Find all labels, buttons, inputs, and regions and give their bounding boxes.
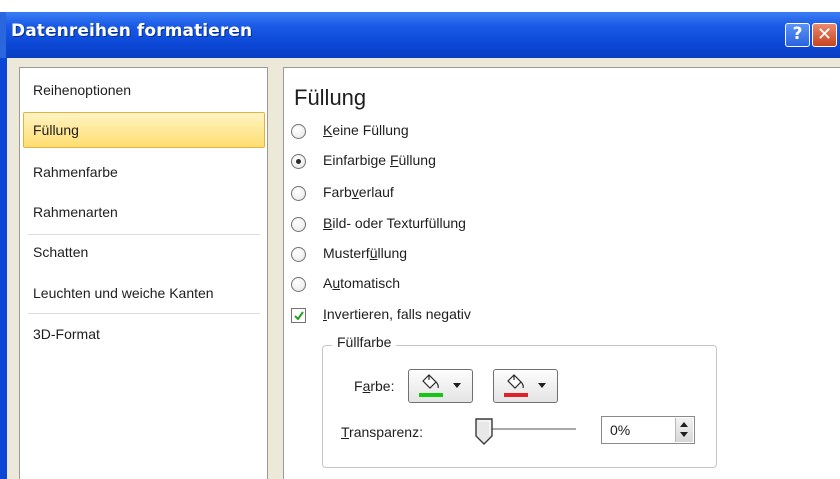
option-label: Keine Füllung [323,122,409,138]
sidebar-item-fuellung[interactable]: Füllung [23,112,265,148]
group-legend: Füllfarbe [332,334,397,350]
section-heading: Füllung [294,85,367,110]
fill-panel: Füllung Keine Füllung Einfarbige Füllung… [283,67,840,479]
color-swatch [504,393,528,397]
sidebar-item-3d-format[interactable]: 3D-Format [21,316,266,353]
help-button[interactable]: ? [785,23,810,47]
sidebar-item-label: Rahmenfarbe [33,164,118,180]
transparency-value[interactable]: 0% [610,422,630,438]
chevron-down-icon [453,383,461,388]
close-button[interactable]: ✕ [812,23,837,47]
sidebar-item-reihenoptionen[interactable]: Reihenoptionen [21,72,266,109]
radio-button[interactable] [291,247,306,262]
spin-up-icon[interactable] [680,422,688,427]
sidebar-divider [28,313,260,314]
radio-selected-dot [296,159,301,164]
sidebar-item-label: Reihenoptionen [33,82,132,98]
sidebar-item-label: Füllung [33,122,79,138]
checkmark-icon [294,311,304,321]
fill-color-group [322,345,717,468]
paint-bucket-icon [507,374,524,389]
transparency-spinner[interactable]: 0% [601,416,695,444]
paint-bucket-icon [422,374,439,389]
color-label: Farbe: [354,378,395,394]
sidebar-item-label: 3D-Format [33,326,100,342]
radio-button[interactable] [291,154,306,169]
sidebar-item-rahmenarten[interactable]: Rahmenarten [21,194,266,231]
option-label: Musterfüllung [323,245,408,261]
title-bar[interactable]: Datenreihen formatieren ? ✕ [0,12,840,58]
sidebar-item-rahmenfarbe[interactable]: Rahmenfarbe [21,154,266,191]
color-swatch [419,393,443,397]
spin-down-icon[interactable] [680,432,688,437]
option-label: Farbverlauf [323,184,394,200]
sidebar-item-label: Leuchten und weiche Kanten [33,285,214,301]
transparency-slider-thumb[interactable] [474,418,494,446]
checkbox[interactable] [291,308,306,323]
radio-button[interactable] [291,124,306,139]
dialog-title: Datenreihen formatieren [11,21,253,41]
sidebar-item-label: Schatten [33,244,89,260]
title-bar-edge [0,12,6,58]
category-list: Reihenoptionen Füllung Rahmenfarbe Rahme… [19,67,268,479]
transparency-slider-track[interactable] [484,428,576,430]
option-label: Einfarbige Füllung [323,152,436,168]
dialog-window: Datenreihen formatieren ? ✕ Reihenoption… [0,0,840,479]
spinner-buttons[interactable] [675,418,693,442]
radio-button[interactable] [291,217,306,232]
option-label: Bild- oder Texturfüllung [323,215,466,231]
transparency-label: Transparenz: [341,424,423,440]
sidebar-item-label: Rahmenarten [33,204,118,220]
sidebar-item-schatten[interactable]: Schatten [21,234,266,271]
chevron-down-icon [538,383,546,388]
window-border [0,58,7,479]
sidebar-item-leuchten[interactable]: Leuchten und weiche Kanten [21,275,266,312]
radio-button[interactable] [291,277,306,292]
option-label: Invertieren, falls negativ [323,306,471,322]
fill-color-button-alt[interactable] [493,369,558,403]
radio-button[interactable] [291,186,306,201]
option-label: Automatisch [323,275,401,291]
fill-color-button[interactable] [408,369,473,403]
